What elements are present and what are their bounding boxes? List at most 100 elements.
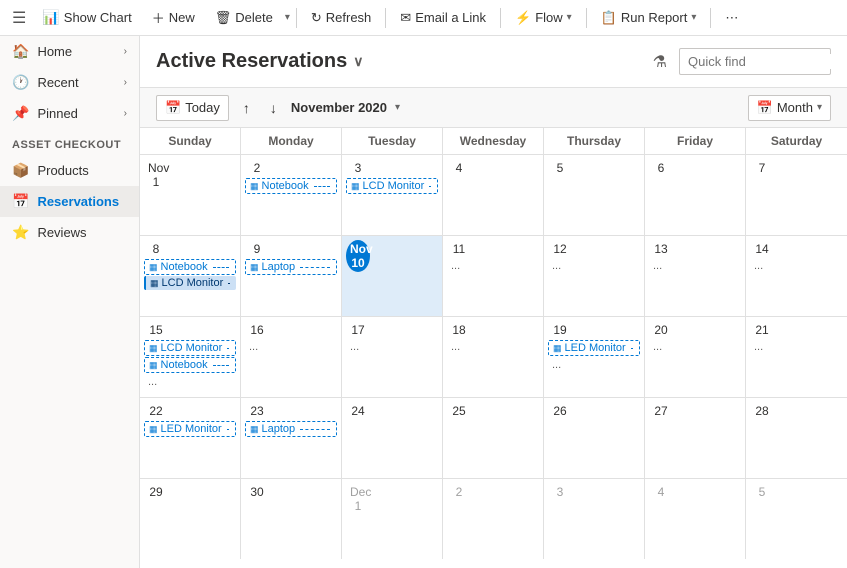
- event-label: LCD Monitor: [363, 180, 425, 192]
- calendar-cell-w2-d3[interactable]: Nov 10: [342, 236, 443, 316]
- calendar-date-w5-d2: 30: [245, 483, 269, 501]
- sidebar-item-reviews[interactable]: ⭐ Reviews: [0, 217, 139, 248]
- toolbar-separator-4: [586, 8, 587, 28]
- calendar-cell-w1-d5[interactable]: 5: [544, 155, 645, 235]
- calendar-cell-w5-d1[interactable]: 29: [140, 479, 241, 559]
- more-dots-w3-d5[interactable]: ...: [548, 357, 640, 373]
- calendar-cell-w3-d2[interactable]: 16...: [241, 317, 342, 397]
- hamburger-menu[interactable]: ☰: [8, 4, 30, 32]
- calendar-icon-small: 📅: [165, 100, 181, 116]
- sidebar-item-pinned[interactable]: 📌 Pinned ›: [0, 98, 139, 129]
- calendar-cell-w1-d6[interactable]: 6: [645, 155, 746, 235]
- sidebar-item-recent[interactable]: 🕐 Recent ›: [0, 67, 139, 98]
- calendar-grid: Sunday Monday Tuesday Wednesday Thursday…: [140, 128, 847, 568]
- event-w2-d1-1[interactable]: ▦LCD Monitor: [144, 276, 236, 290]
- page-title-chevron[interactable]: ∨: [353, 53, 363, 70]
- email-link-button[interactable]: ✉ Email a Link: [392, 6, 494, 30]
- toolbar-separator-5: [710, 8, 711, 28]
- calendar-cell-w1-d3[interactable]: 3▦LCD Monitor: [342, 155, 443, 235]
- report-dropdown-arrow: ▾: [691, 12, 696, 23]
- calendar-cell-w2-d5[interactable]: 12...: [544, 236, 645, 316]
- calendar-cell-w5-d3[interactable]: Dec 1: [342, 479, 443, 559]
- calendar-date-w4-d4: 25: [447, 402, 471, 420]
- today-button[interactable]: 📅 Today: [156, 95, 229, 121]
- calendar-cell-w5-d4[interactable]: 2: [443, 479, 544, 559]
- calendar-cell-w4-d2[interactable]: 23▦Laptop: [241, 398, 342, 478]
- event-dash-line: [429, 186, 431, 187]
- more-dots-w3-d7[interactable]: ...: [750, 339, 843, 355]
- event-w1-d2-0[interactable]: ▦Notebook: [245, 178, 337, 194]
- calendar-date-w2-d2: 9: [245, 240, 269, 258]
- more-options-button[interactable]: ⋯: [717, 6, 746, 30]
- delete-dropdown-arrow[interactable]: ▾: [285, 12, 290, 23]
- search-input[interactable]: [688, 54, 847, 69]
- calendar-cell-w2-d7[interactable]: 14...: [746, 236, 847, 316]
- prev-month-button[interactable]: ↑: [237, 96, 256, 120]
- more-dots-w3-d1[interactable]: ...: [144, 374, 236, 390]
- calendar-cell-w4-d4[interactable]: 25: [443, 398, 544, 478]
- calendar-cell-w1-d7[interactable]: 7: [746, 155, 847, 235]
- calendar-cell-w4-d5[interactable]: 26: [544, 398, 645, 478]
- calendar-cell-w5-d5[interactable]: 3: [544, 479, 645, 559]
- calendar-cell-w4-d6[interactable]: 27: [645, 398, 746, 478]
- next-month-button[interactable]: ↓: [264, 96, 283, 120]
- calendar-cell-w3-d6[interactable]: 20...: [645, 317, 746, 397]
- event-w3-d1-1[interactable]: ▦Notebook: [144, 357, 236, 373]
- more-dots-w2-d6[interactable]: ...: [649, 258, 741, 274]
- event-w1-d3-0[interactable]: ▦LCD Monitor: [346, 178, 438, 194]
- more-dots-w3-d3[interactable]: ...: [346, 339, 438, 355]
- calendar-cell-w2-d4[interactable]: 11...: [443, 236, 544, 316]
- sidebar-item-products[interactable]: 📦 Products: [0, 155, 139, 186]
- sidebar-item-home[interactable]: 🏠 Home ›: [0, 36, 139, 67]
- calendar-cell-w1-d4[interactable]: 4: [443, 155, 544, 235]
- calendar-cell-w3-d1[interactable]: 15▦LCD Monitor▦Notebook...: [140, 317, 241, 397]
- month-dropdown-arrow[interactable]: ▾: [395, 102, 400, 113]
- calendar-cell-w3-d3[interactable]: 17...: [342, 317, 443, 397]
- calendar-cell-w1-d1[interactable]: Nov 1: [140, 155, 241, 235]
- event-w3-d1-0[interactable]: ▦LCD Monitor: [144, 340, 236, 356]
- more-dots-w2-d4[interactable]: ...: [447, 258, 539, 274]
- calendar-cell-w5-d2[interactable]: 30: [241, 479, 342, 559]
- calendar-cell-w3-d4[interactable]: 18...: [443, 317, 544, 397]
- event-w2-d1-0[interactable]: ▦Notebook: [144, 259, 236, 275]
- view-selector-button[interactable]: 📅 Month ▾: [748, 95, 831, 121]
- calendar-cell-w4-d3[interactable]: 24: [342, 398, 443, 478]
- refresh-button[interactable]: ↻ Refresh: [303, 6, 379, 30]
- calendar-cell-w2-d1[interactable]: 8▦Notebook▦LCD Monitor: [140, 236, 241, 316]
- more-dots-w3-d4[interactable]: ...: [447, 339, 539, 355]
- run-report-button[interactable]: 📋 Run Report ▾: [593, 6, 705, 30]
- calendar-cell-w2-d6[interactable]: 13...: [645, 236, 746, 316]
- delete-button[interactable]: 🗑 Delete: [207, 6, 281, 30]
- more-dots-w2-d5[interactable]: ...: [548, 258, 640, 274]
- event-dash-line: [314, 186, 330, 187]
- calendar-cell-w4-d1[interactable]: 22▦LED Monitor: [140, 398, 241, 478]
- event-w4-d2-0[interactable]: ▦Laptop: [245, 421, 337, 437]
- calendar-cell-w2-d2[interactable]: 9▦Laptop: [241, 236, 342, 316]
- filter-button[interactable]: ⚗: [649, 48, 671, 76]
- event-icon: ▦: [149, 424, 158, 435]
- sidebar-item-reservations[interactable]: 📅 Reservations: [0, 186, 139, 217]
- more-dots-w3-d2[interactable]: ...: [245, 339, 337, 355]
- more-dots-w2-d7[interactable]: ...: [750, 258, 843, 274]
- toolbar-separator-1: [296, 8, 297, 28]
- calendar-cell-w4-d7[interactable]: 28: [746, 398, 847, 478]
- header-wednesday: Wednesday: [443, 128, 544, 154]
- event-w2-d2-0[interactable]: ▦Laptop: [245, 259, 337, 275]
- calendar-cell-w1-d2[interactable]: 2▦Notebook: [241, 155, 342, 235]
- calendar-view-icon: 📅: [757, 100, 773, 116]
- calendar-cell-w3-d5[interactable]: 19▦LED Monitor...: [544, 317, 645, 397]
- event-w3-d5-0[interactable]: ▦LED Monitor: [548, 340, 640, 356]
- calendar-cell-w3-d7[interactable]: 21...: [746, 317, 847, 397]
- calendar-cell-w5-d7[interactable]: 5: [746, 479, 847, 559]
- more-dots-w3-d6[interactable]: ...: [649, 339, 741, 355]
- sidebar-item-pinned-label: Pinned: [37, 106, 77, 121]
- event-w4-d1-0[interactable]: ▦LED Monitor: [144, 421, 236, 437]
- show-chart-button[interactable]: 📊 Show Chart: [34, 5, 139, 30]
- calendar-date-w2-d3: Nov 10: [346, 240, 370, 272]
- flow-icon: ⚡: [515, 10, 531, 26]
- event-dash-line: [227, 429, 229, 430]
- home-expand-arrow: ›: [124, 46, 127, 57]
- calendar-cell-w5-d6[interactable]: 4: [645, 479, 746, 559]
- new-button[interactable]: ＋ New: [144, 4, 203, 31]
- flow-button[interactable]: ⚡ Flow ▾: [507, 6, 580, 30]
